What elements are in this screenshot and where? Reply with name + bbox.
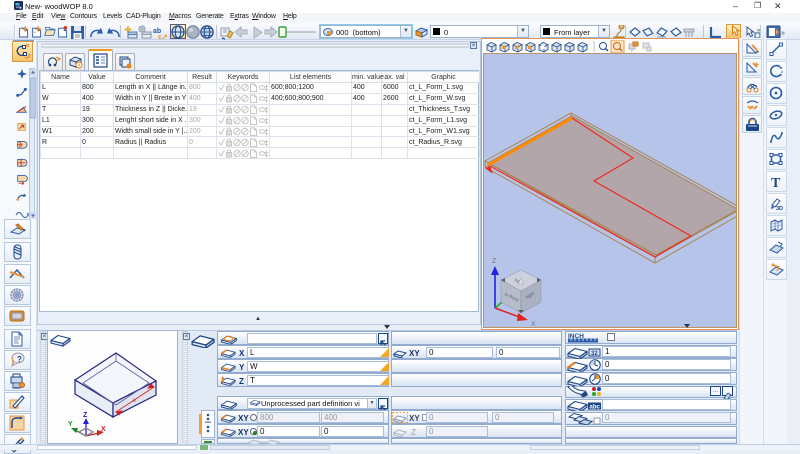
svg-text:3D: 3D [776,206,783,211]
svg-text:32: 32 [591,351,598,357]
svg-text:Z: Z [492,258,497,265]
svg-text:T: T [771,176,781,189]
svg-text:X: X [531,321,536,327]
svg-text:abc: abc [590,405,601,411]
svg-text:X: X [101,426,106,433]
svg-text:»: » [781,30,785,37]
svg-text:c↗: c↗ [158,34,168,41]
svg-text:Y: Y [68,421,73,428]
svg-text:x: x [133,398,136,404]
svg-text:Z: Z [83,412,88,419]
